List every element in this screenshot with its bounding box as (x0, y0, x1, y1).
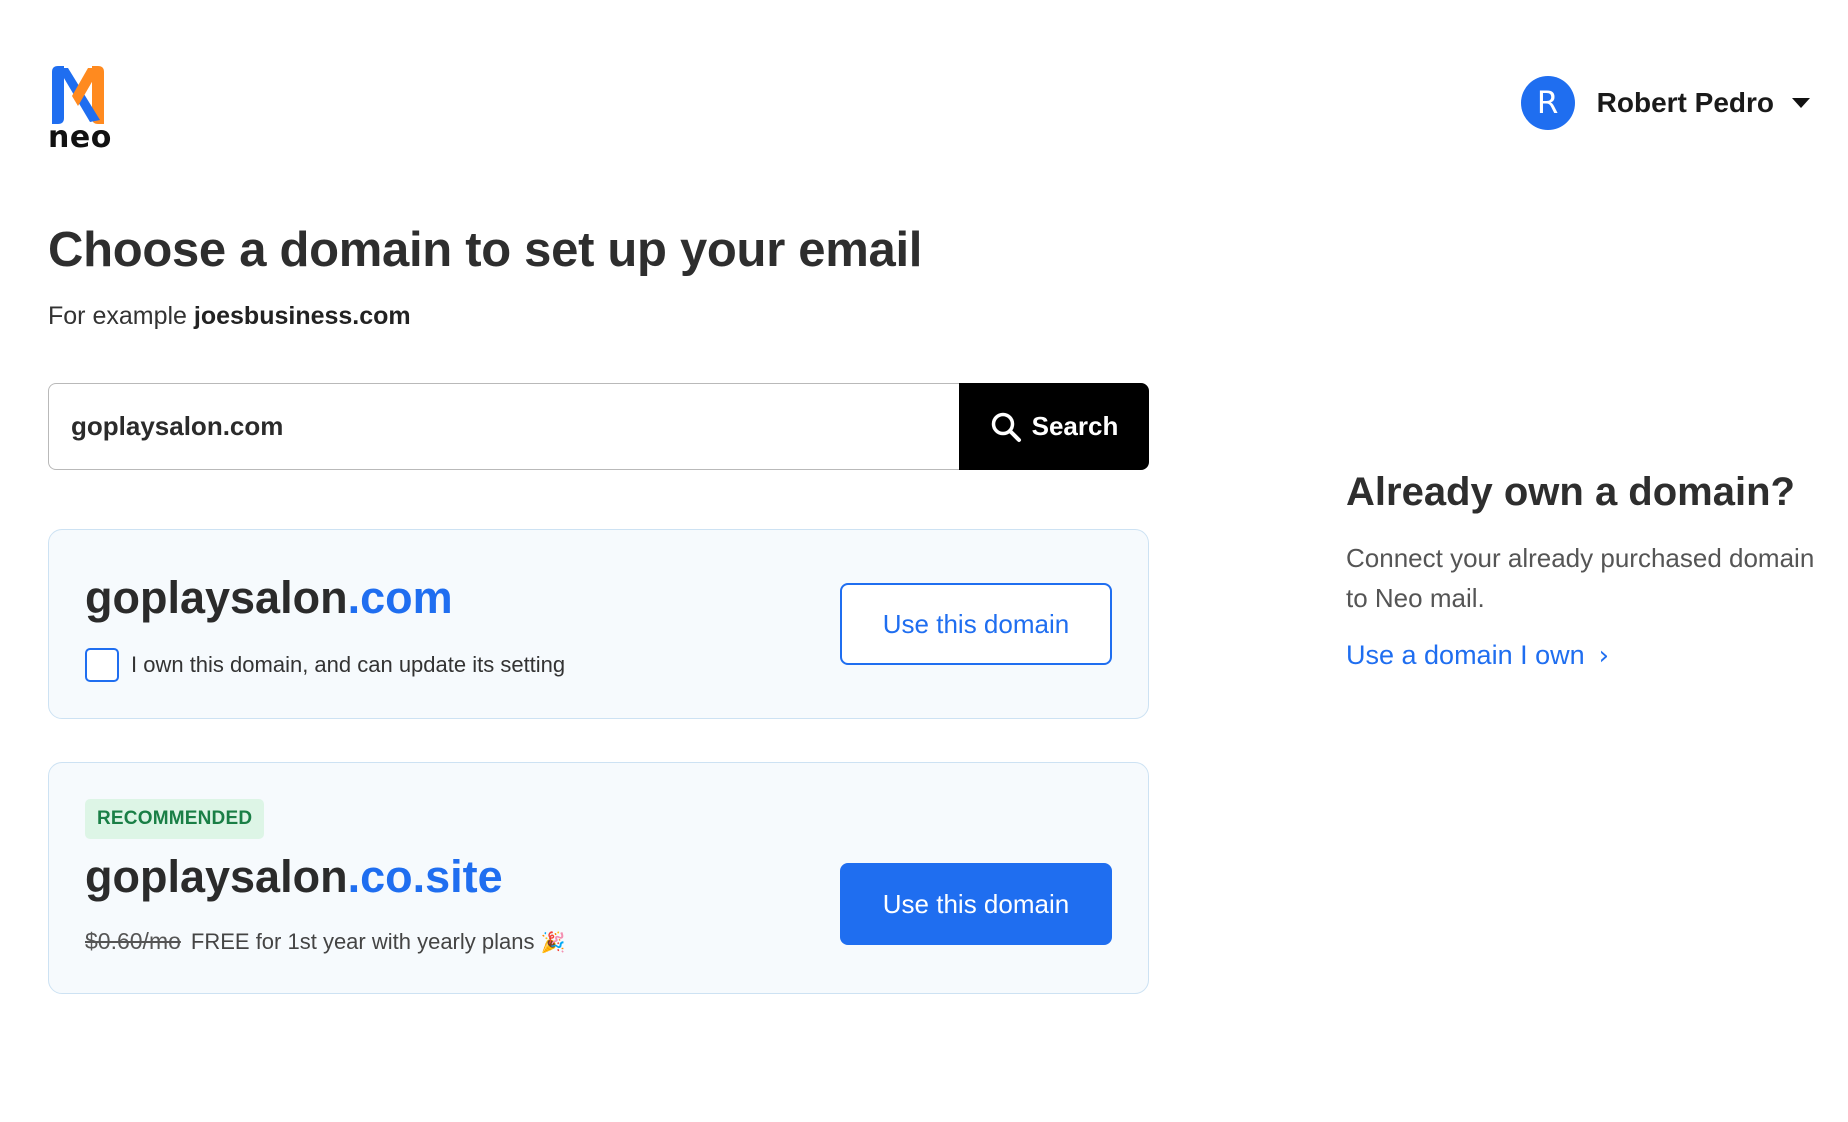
own-domain-label: I own this domain, and can update its se… (131, 652, 566, 677)
search-button-label: Search (1031, 411, 1119, 441)
search-button[interactable]: Search (959, 383, 1149, 470)
own-domain-row: I own this domain, and can update its se… (85, 648, 565, 682)
logo-wordmark: neo (48, 120, 112, 155)
neo-logo[interactable]: neo (48, 66, 112, 156)
caret-down-icon (1792, 98, 1810, 108)
offer-text: FREE for 1st year with yearly plans (190, 928, 535, 954)
own-domain-description: Connect your already purchased domain to… (1346, 543, 1815, 613)
own-domain-heading: Already own a domain? (1346, 470, 1795, 514)
domain-name-base: goplaysalon (85, 572, 348, 623)
example-text: For example joesbusiness.com (48, 302, 411, 331)
chevron-right-icon: › (1598, 640, 1610, 671)
user-name: Robert Pedro (1596, 87, 1774, 118)
domain-name: goplaysalon.co.site (85, 851, 503, 903)
example-prefix: For example (48, 302, 187, 330)
domain-result-card: goplaysalon.com I own this domain, and c… (48, 529, 1149, 719)
domain-search: Search (48, 383, 1149, 470)
domain-search-input[interactable] (48, 383, 959, 470)
price-row: $0.60/mo FREE for 1st year with yearly p… (85, 928, 565, 955)
domain-tld: .com (347, 572, 453, 623)
party-popper-icon: 🎉 (540, 929, 566, 954)
domain-name-base: goplaysalon (85, 851, 348, 902)
search-icon (991, 412, 1021, 442)
domain-name: goplaysalon.com (85, 572, 453, 624)
old-price: $0.60/mo (85, 928, 181, 954)
use-own-domain-link[interactable]: Use a domain I own › (1346, 640, 1609, 671)
use-domain-button[interactable]: Use this domain (840, 583, 1112, 665)
page-title: Choose a domain to set up your email (48, 223, 923, 277)
recommended-badge: RECOMMENDED (85, 799, 265, 839)
avatar: R (1520, 76, 1575, 130)
neo-logo-mark (52, 66, 104, 124)
own-domain-checkbox[interactable] (85, 648, 119, 682)
use-own-domain-label: Use a domain I own (1346, 640, 1585, 670)
example-domain: joesbusiness.com (193, 302, 411, 330)
use-recommended-domain-button[interactable]: Use this domain (840, 863, 1112, 945)
user-menu[interactable]: R Robert Pedro (1520, 76, 1810, 130)
recommended-domain-card: RECOMMENDED goplaysalon.co.site $0.60/mo… (48, 762, 1149, 994)
domain-tld: .co.site (347, 851, 503, 902)
